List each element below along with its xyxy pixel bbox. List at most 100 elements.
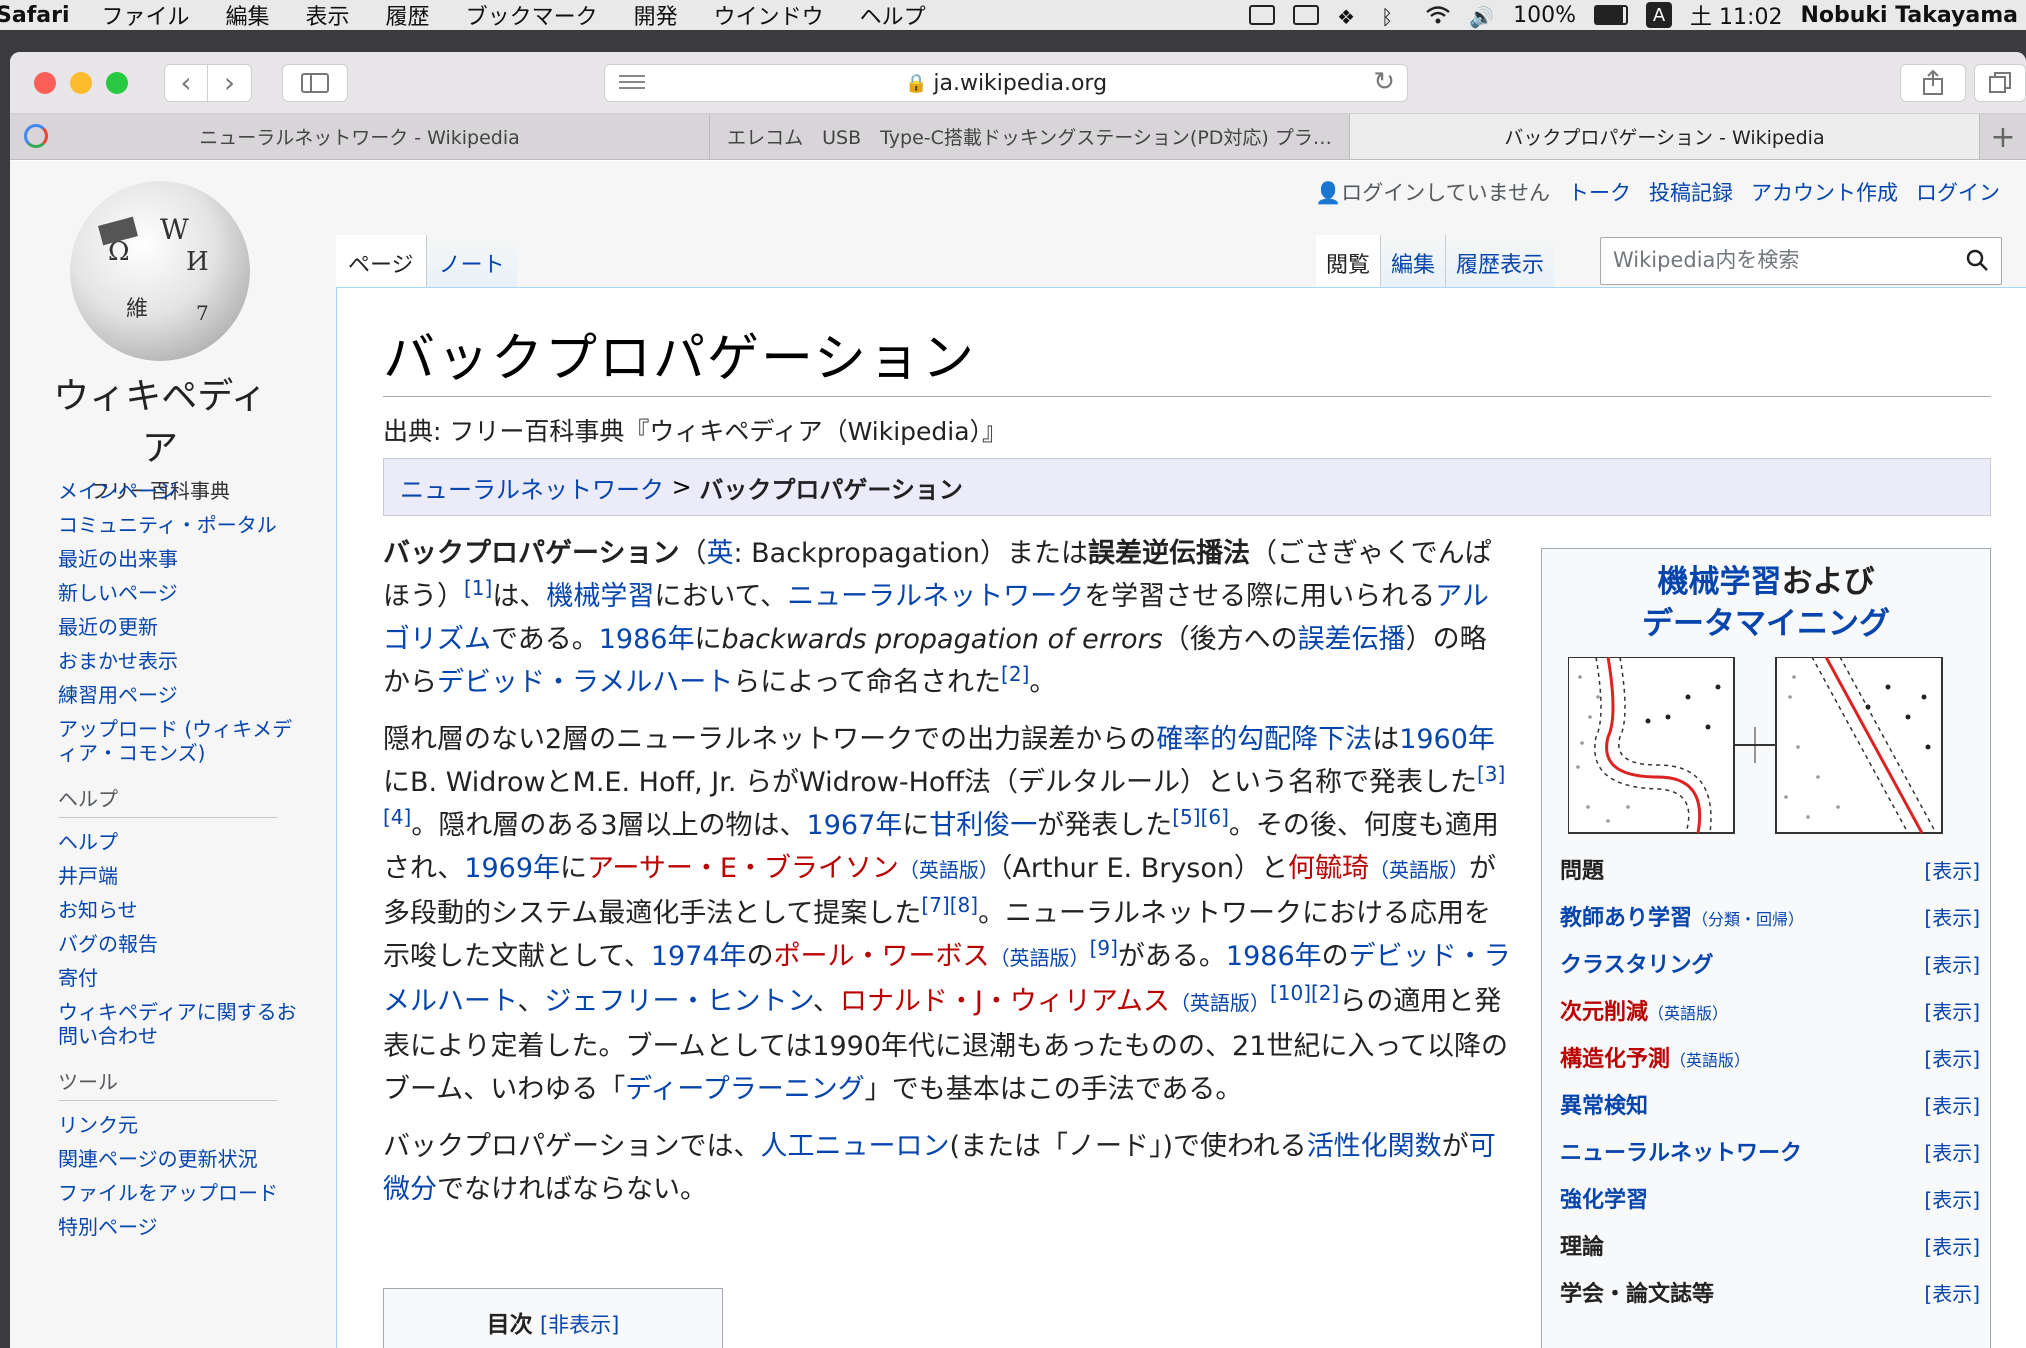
user-name[interactable]: Nobuki Takayama	[1800, 3, 2018, 28]
link-sgd[interactable]: 確率的勾配降下法	[1156, 724, 1372, 755]
wifi-icon[interactable]	[1425, 5, 1451, 25]
infobox-row-label[interactable]: 強化学習	[1560, 1182, 1648, 1214]
tab-neural-network[interactable]: ニューラルネットワーク - Wikipedia	[10, 114, 710, 159]
sidebar-item-recent-changes[interactable]: 最近の更新	[58, 615, 298, 639]
sidebar-item-what-links-here[interactable]: リンク元	[58, 1113, 298, 1137]
infobox-show-link[interactable]: [表示]	[1924, 855, 1980, 884]
link-artificial-neuron[interactable]: 人工ニューロン	[760, 1131, 949, 1162]
tab-history[interactable]: 履歴表示	[1445, 235, 1555, 287]
link-activation-function[interactable]: 活性化関数	[1307, 1131, 1442, 1162]
link-year[interactable]: 1967年	[807, 810, 903, 841]
reference-link[interactable]: [9]	[1090, 936, 1118, 960]
battery-icon[interactable]	[1594, 5, 1629, 25]
sidebar-toggle-button[interactable]	[282, 63, 348, 102]
sidebar-item-contact[interactable]: ウィキペディアに関するお問い合わせ	[58, 1000, 298, 1048]
forward-button[interactable]: ›	[208, 63, 252, 102]
sidebar-item-current-events[interactable]: 最近の出来事	[58, 547, 298, 571]
menu-file[interactable]: ファイル	[84, 0, 208, 31]
reader-view-icon[interactable]	[619, 71, 645, 95]
infobox-show-link[interactable]: [表示]	[1924, 1090, 1980, 1119]
clock[interactable]: 土 11:02	[1690, 0, 1782, 31]
reference-link[interactable]: [2]	[1001, 662, 1029, 686]
sidebar-item-bug-report[interactable]: バグの報告	[58, 932, 298, 956]
tab-backpropagation[interactable]: バックプロパゲーション - Wikipedia	[1350, 114, 1980, 159]
sidebar-item-notices[interactable]: お知らせ	[58, 898, 298, 922]
search-icon[interactable]	[1965, 248, 1989, 272]
breadcrumb-parent-link[interactable]: ニューラルネットワーク	[400, 470, 664, 505]
airplay-icon[interactable]	[1293, 5, 1320, 25]
tab-elecom[interactable]: エレコム USB Type-C搭載ドッキングステーション(PD対応) プラ…	[710, 114, 1350, 159]
link-year[interactable]: 1986年	[599, 624, 695, 655]
menu-bookmarks[interactable]: ブックマーク	[448, 0, 616, 31]
reference-link[interactable]: [10][2]	[1270, 981, 1339, 1005]
infobox-title-link2[interactable]: データマイニング	[1642, 606, 1890, 642]
sidebar-item-related-changes[interactable]: 関連ページの更新状況	[58, 1147, 298, 1171]
reference-link[interactable]: [1]	[464, 576, 492, 600]
sidebar-item-sandbox[interactable]: 練習用ページ	[58, 683, 298, 707]
infobox-title-link[interactable]: 機械学習	[1658, 564, 1782, 600]
screen-record-icon[interactable]	[1249, 5, 1276, 25]
link-year[interactable]: 1960年	[1399, 724, 1495, 755]
menu-help[interactable]: ヘルプ	[842, 0, 944, 31]
redlink-bryson[interactable]: アーサー・E・ブライソン	[587, 853, 899, 884]
infobox-show-link[interactable]: [表示]	[1924, 1278, 1980, 1307]
tab-talk[interactable]: ノート	[425, 235, 517, 287]
sidebar-item-special-pages[interactable]: 特別ページ	[58, 1215, 298, 1239]
menu-window[interactable]: ウインドウ	[696, 0, 842, 31]
tab-overview-button[interactable]	[1974, 63, 2026, 102]
redlink-williams[interactable]: ロナルド・J・ウィリアムス	[840, 986, 1170, 1017]
infobox-show-link[interactable]: [表示]	[1924, 949, 1980, 978]
sidebar-item-community[interactable]: コミュニティ・ポータル	[58, 513, 298, 537]
menu-history[interactable]: 履歴	[368, 0, 448, 31]
infobox-row-label[interactable]: 異常検知	[1560, 1088, 1648, 1120]
bluetooth-icon[interactable]: ᛒ	[1381, 5, 1407, 29]
infobox-row-label[interactable]: クラスタリング	[1560, 947, 1714, 979]
link-year[interactable]: 1986年	[1226, 941, 1322, 972]
redlink-werbos[interactable]: ポール・ワーボス	[774, 941, 990, 972]
sidebar-item-new-pages[interactable]: 新しいページ	[58, 581, 298, 605]
back-button[interactable]: ‹	[164, 63, 208, 102]
reload-icon[interactable]: ↻	[1373, 67, 1395, 97]
dropbox-icon[interactable]: ❖	[1337, 5, 1363, 29]
volume-icon[interactable]: 🔊	[1469, 5, 1495, 29]
infobox-show-link[interactable]: [表示]	[1924, 1043, 1980, 1072]
reference-link[interactable]: [5][6]	[1172, 805, 1229, 829]
sidebar-item-random[interactable]: おまかせ表示	[58, 649, 298, 673]
infobox-show-link[interactable]: [表示]	[1924, 1184, 1980, 1213]
link-year[interactable]: 1974年	[651, 941, 747, 972]
tab-page[interactable]: ページ	[336, 235, 426, 287]
link-english[interactable]: 英	[706, 538, 733, 569]
infobox-show-link[interactable]: [表示]	[1924, 1231, 1980, 1260]
infobox-row-label[interactable]: 構造化予測（英語版）	[1560, 1041, 1750, 1073]
tab-edit[interactable]: 編集	[1380, 235, 1446, 287]
talk-link[interactable]: トーク	[1568, 177, 1631, 207]
wikipedia-logo[interactable]: W Ω И 維 7 ウィキペディア フリー百科事典	[50, 181, 270, 504]
infobox-show-link[interactable]: [表示]	[1924, 1137, 1980, 1166]
redlink-ho[interactable]: 何毓琦	[1288, 853, 1369, 884]
tab-read[interactable]: 閲覧	[1316, 235, 1381, 287]
infobox-show-link[interactable]: [表示]	[1924, 996, 1980, 1025]
link-deep-learning[interactable]: ディープラーニング	[625, 1074, 865, 1105]
menu-view[interactable]: 表示	[288, 0, 368, 31]
sidebar-item-upload-file[interactable]: ファイルをアップロード	[58, 1181, 298, 1205]
address-bar[interactable]: 🔒 ja.wikipedia.org ↻	[604, 64, 1408, 102]
contributions-link[interactable]: 投稿記録	[1649, 177, 1733, 207]
link-rumelhart[interactable]: デビッド・ラメルハート	[437, 667, 733, 698]
infobox-row-label[interactable]: 教師あり学習（分類・回帰）	[1560, 900, 1804, 932]
new-tab-button[interactable]: +	[1980, 114, 2026, 160]
link-english-version[interactable]: （英語版）	[1170, 991, 1270, 1015]
search-input[interactable]	[1601, 238, 1941, 282]
login-link[interactable]: ログイン	[1916, 177, 2000, 207]
infobox-illustration[interactable]	[1568, 657, 1970, 837]
zoom-window-button[interactable]	[106, 71, 128, 94]
link-error-propagation[interactable]: 誤差伝播	[1298, 624, 1406, 655]
create-account-link[interactable]: アカウント作成	[1751, 177, 1898, 207]
toc-toggle-link[interactable]: [非表示]	[540, 1313, 619, 1337]
link-english-version[interactable]: （英語版）	[899, 858, 999, 882]
input-source-icon[interactable]: A	[1646, 2, 1673, 28]
infobox-show-link[interactable]: [表示]	[1924, 902, 1980, 931]
app-menu[interactable]: Safari	[0, 3, 84, 28]
link-neural-network[interactable]: ニューラルネットワーク	[787, 581, 1084, 612]
link-year[interactable]: 1969年	[464, 853, 560, 884]
sidebar-item-upload-commons[interactable]: アップロード (ウィキメディア・コモンズ)	[58, 717, 298, 765]
